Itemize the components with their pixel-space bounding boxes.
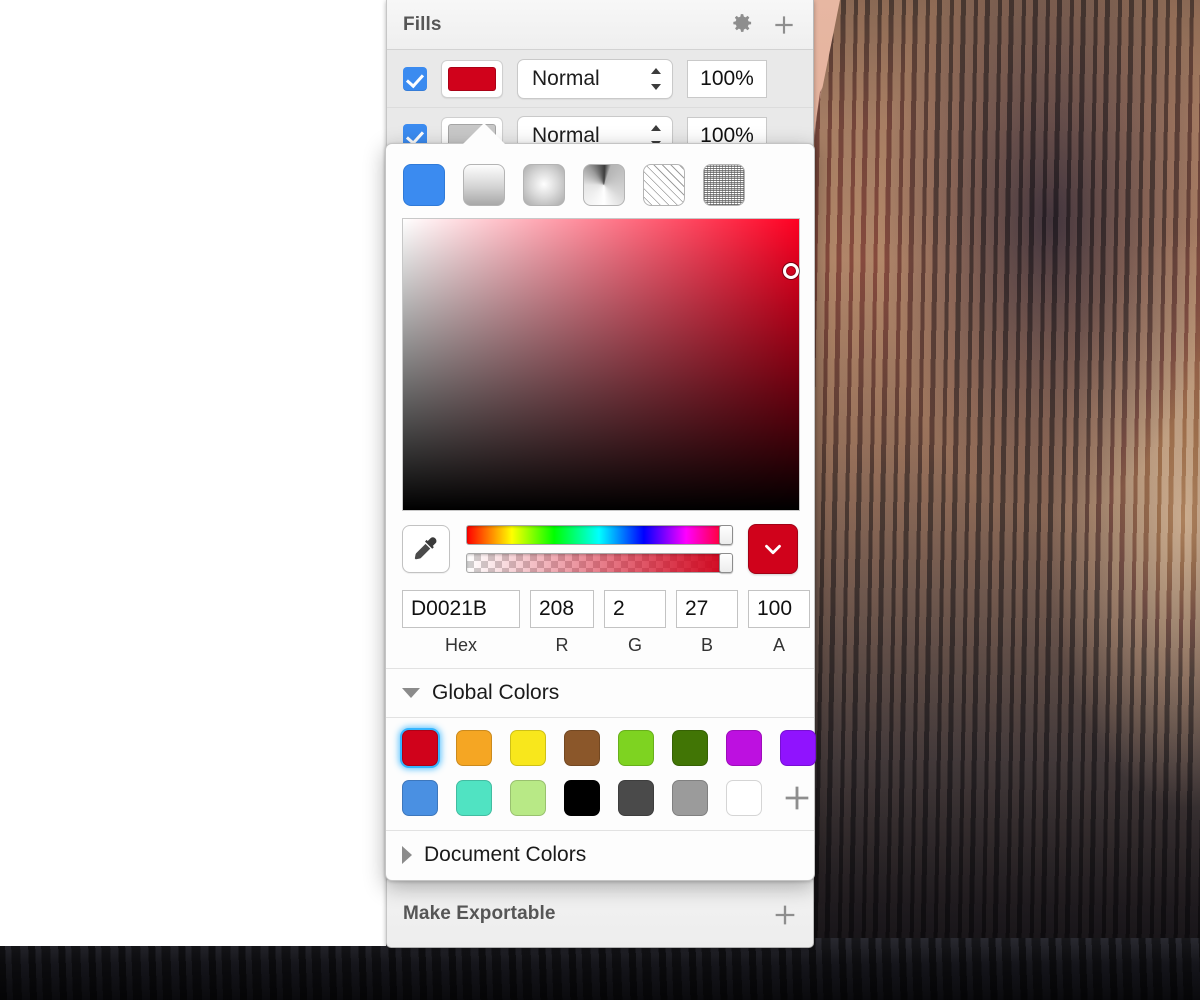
global-color-swatch[interactable]: [510, 730, 546, 766]
fills-title: Fills: [403, 13, 442, 35]
chevron-right-icon: [402, 846, 412, 864]
sketch-canvas[interactable]: [0, 0, 386, 946]
alpha-slider-knob[interactable]: [718, 553, 733, 573]
alpha-value: 100: [757, 597, 793, 620]
blue-value: 27: [685, 597, 709, 620]
global-colors-disclosure[interactable]: Global Colors: [386, 668, 814, 717]
eyedropper-button[interactable]: [402, 525, 450, 573]
global-colors-title: Global Colors: [432, 681, 560, 704]
red-field-cell: 208 R: [530, 590, 594, 656]
document-colors-disclosure[interactable]: Document Colors: [386, 830, 814, 879]
make-exportable-label: Make Exportable: [403, 902, 556, 924]
fill-row[interactable]: Normal 100%: [387, 50, 813, 107]
gear-icon[interactable]: [729, 12, 755, 38]
add-fill-icon[interactable]: [771, 12, 797, 38]
fill-type-noise-button[interactable]: [703, 164, 745, 206]
stepper-arrows-icon[interactable]: [648, 65, 664, 93]
red-label: R: [555, 635, 569, 655]
chevron-down-icon: [402, 688, 420, 698]
global-color-swatch[interactable]: [510, 780, 546, 816]
alpha-field-cell: 100 A: [748, 590, 810, 656]
green-value: 2: [613, 597, 625, 620]
fill-type-radial-gradient-button[interactable]: [523, 164, 565, 206]
global-color-swatch[interactable]: [672, 780, 708, 816]
chevron-down-icon: [765, 544, 781, 555]
global-color-swatch[interactable]: [402, 730, 438, 766]
global-color-swatch[interactable]: [726, 780, 762, 816]
global-colors-grid: [386, 717, 816, 830]
blue-label: B: [700, 635, 713, 655]
global-color-swatch[interactable]: [456, 780, 492, 816]
fill-type-strip: [402, 160, 798, 218]
global-color-swatch[interactable]: [456, 730, 492, 766]
fill-enabled-checkbox[interactable]: [403, 66, 427, 91]
alpha-input[interactable]: 100: [748, 590, 810, 628]
make-exportable-section: Make Exportable: [387, 879, 813, 947]
red-value: 208: [539, 597, 575, 620]
color-value-fields: D0021B Hex 208 R 2 G 27 B 100 A: [402, 574, 810, 656]
blue-input[interactable]: 27: [676, 590, 738, 628]
fill-type-solid-button[interactable]: [403, 164, 445, 206]
color-picker-body: D0021B Hex 208 R 2 G 27 B 100 A: [386, 144, 814, 656]
global-color-swatch[interactable]: [618, 730, 654, 766]
global-color-swatch[interactable]: [402, 780, 438, 816]
alpha-slider[interactable]: [466, 553, 733, 573]
fill-color-preview: [448, 66, 496, 91]
hex-input[interactable]: D0021B: [402, 590, 520, 628]
global-color-swatch[interactable]: [564, 780, 600, 816]
green-label: G: [627, 635, 642, 655]
hex-label: Hex: [444, 635, 477, 655]
color-picker-popover: D0021B Hex 208 R 2 G 27 B 100 A Global C…: [385, 123, 816, 881]
fill-opacity-value: 100%: [700, 66, 754, 90]
fill-type-angular-gradient-button[interactable]: [583, 164, 625, 206]
add-export-icon[interactable]: [771, 901, 797, 927]
global-color-swatch[interactable]: [618, 780, 654, 816]
global-color-swatch[interactable]: [726, 730, 762, 766]
green-input[interactable]: 2: [604, 590, 666, 628]
green-field-cell: 2 G: [604, 590, 666, 656]
fill-color-swatch-button[interactable]: [441, 59, 503, 98]
eyedropper-icon: [414, 537, 437, 560]
fills-section-header: Fills: [387, 0, 813, 50]
fills-header-actions: [729, 12, 797, 38]
fill-blend-mode-value: Normal: [532, 66, 600, 90]
current-color-preview-button[interactable]: [748, 524, 798, 574]
saturation-brightness-field[interactable]: [402, 218, 800, 511]
color-picker-handle[interactable]: [783, 263, 800, 280]
fill-blend-mode-select[interactable]: Normal: [517, 58, 673, 99]
wallpaper-half-dome: [806, 0, 1200, 1000]
alpha-label: A: [772, 635, 785, 655]
hex-value: D0021B: [411, 597, 487, 620]
global-color-swatch[interactable]: [780, 730, 816, 766]
add-global-color-icon[interactable]: [780, 780, 816, 816]
hue-slider-knob[interactable]: [718, 525, 733, 545]
fill-opacity-input[interactable]: 100%: [687, 59, 767, 98]
color-slider-row: [402, 511, 798, 574]
blue-field-cell: 27 B: [676, 590, 738, 656]
fill-type-linear-gradient-button[interactable]: [463, 164, 505, 206]
global-color-swatch[interactable]: [564, 730, 600, 766]
red-input[interactable]: 208: [530, 590, 594, 628]
hue-slider[interactable]: [466, 525, 733, 545]
global-color-swatch[interactable]: [672, 730, 708, 766]
document-colors-title: Document Colors: [424, 843, 587, 866]
hex-field-cell: D0021B Hex: [402, 590, 520, 656]
fill-type-pattern-button[interactable]: [643, 164, 685, 206]
color-sliders: [466, 525, 733, 573]
